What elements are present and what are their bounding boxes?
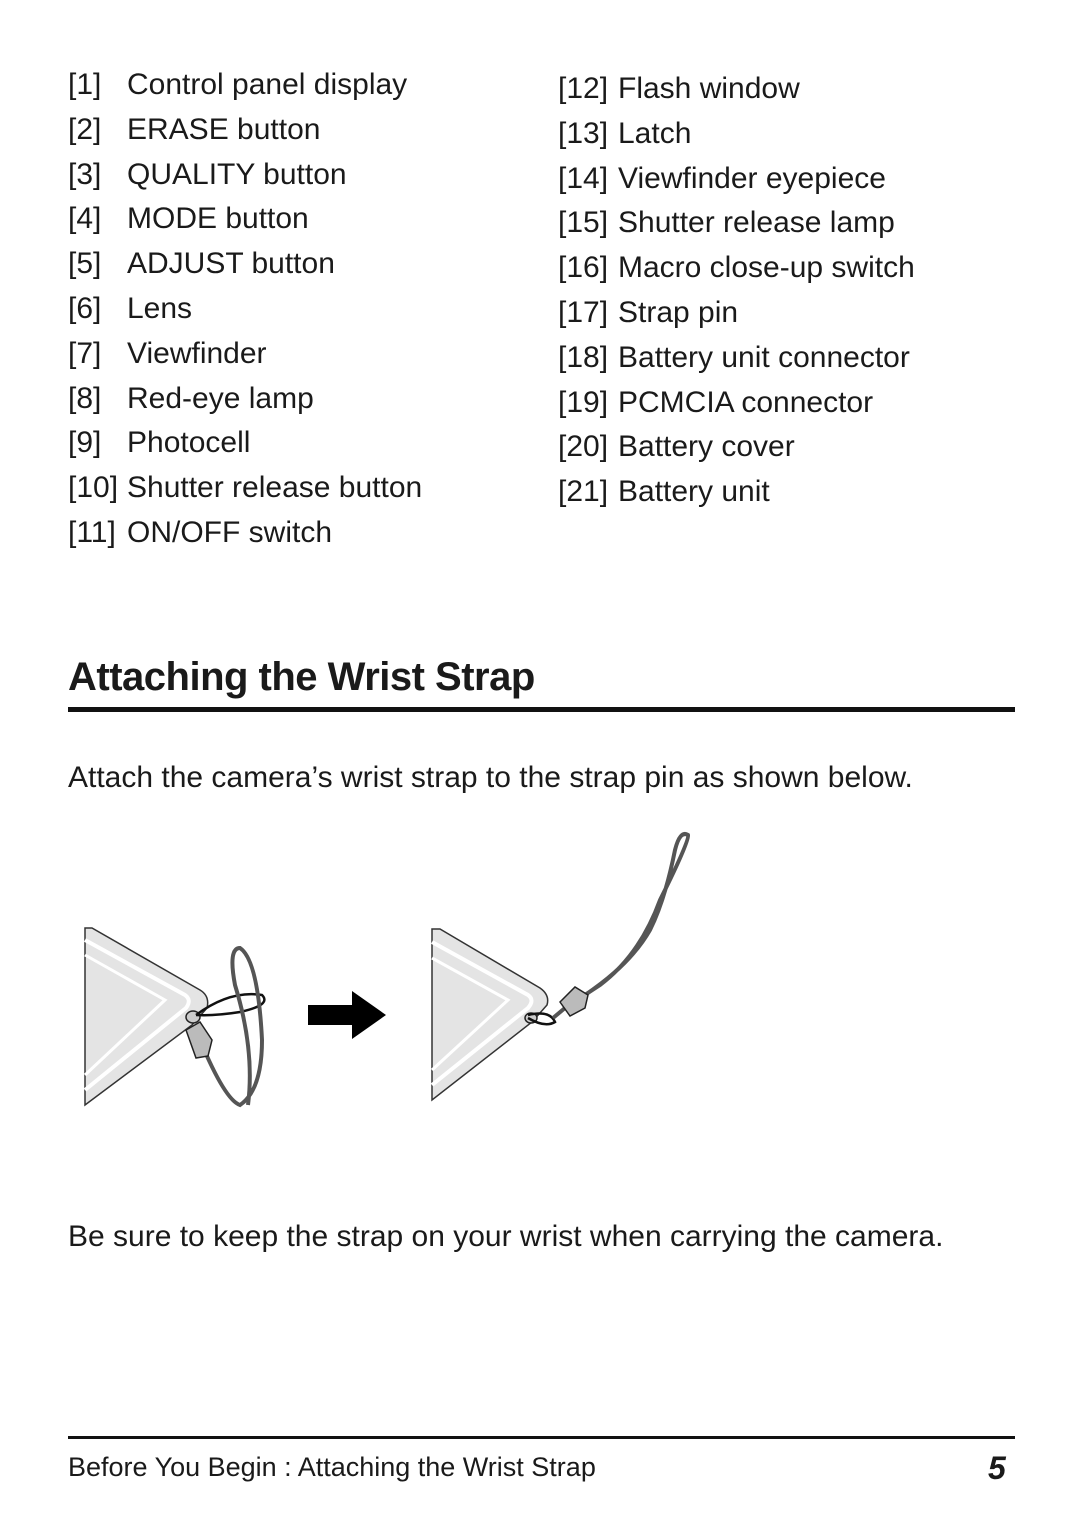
page-number: 5 — [988, 1450, 1006, 1486]
footer-breadcrumb: Before You Begin : Attaching the Wrist S… — [68, 1452, 596, 1482]
strap-after — [527, 832, 691, 1026]
footer-divider — [68, 1436, 1015, 1439]
camera-corner-before — [83, 927, 209, 1107]
wrist-strap-illustration — [83, 832, 691, 1108]
arrow-right-icon — [308, 991, 386, 1039]
strap-before — [185, 945, 266, 1108]
note-text: Be sure to keep the strap on your wrist … — [68, 1220, 944, 1253]
